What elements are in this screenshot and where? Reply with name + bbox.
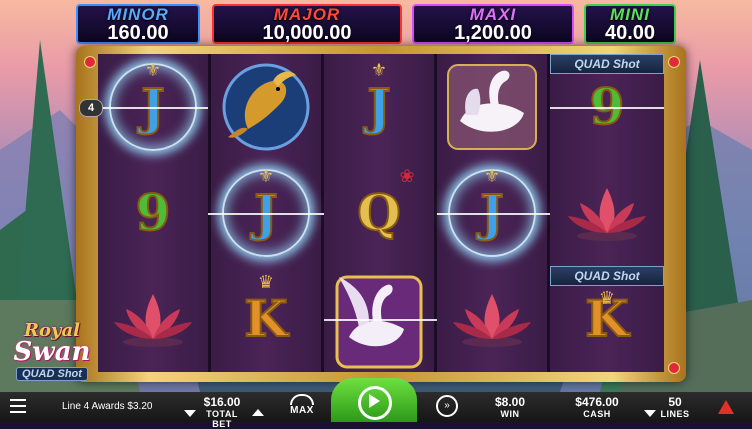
reel-5: QUAD Shot 9 QUAD Shot ♛ K bbox=[550, 54, 664, 372]
gem-ornament bbox=[84, 56, 96, 68]
logo-quad-shot: QUAD Shot bbox=[16, 367, 88, 381]
lotus-icon bbox=[550, 160, 664, 266]
jackpot-major: MAJOR 10,000.00 bbox=[212, 4, 402, 44]
jackpot-minor-value: 160.00 bbox=[107, 22, 169, 44]
menu-icon[interactable] bbox=[10, 399, 26, 413]
crown-icon: ♛ bbox=[598, 288, 616, 308]
symbol-k: QUAD Shot ♛ K bbox=[550, 266, 664, 372]
win-line bbox=[550, 107, 664, 109]
payline-number-badge: 4 bbox=[79, 99, 103, 117]
jackpot-mini-value: 40.00 bbox=[604, 22, 656, 44]
jackpot-maxi-label: MAXI bbox=[469, 5, 517, 24]
symbol-letter: J bbox=[366, 77, 392, 136]
lotus-icon bbox=[98, 266, 208, 372]
gem-ornament bbox=[668, 362, 680, 374]
symbol-nine: 9 bbox=[98, 160, 208, 266]
max-bet-button[interactable]: MAX bbox=[284, 394, 320, 416]
symbol-q: ❀ Q bbox=[324, 160, 434, 266]
lines-decrease-button[interactable] bbox=[644, 404, 656, 422]
jackpot-maxi: MAXI 1,200.00 bbox=[412, 4, 574, 44]
win-value: $8.00 bbox=[494, 395, 526, 409]
win-line bbox=[208, 213, 324, 215]
fleur-de-lis-icon: ⚜ bbox=[370, 60, 388, 80]
fleur-de-lis-icon: ⚜ bbox=[483, 166, 501, 186]
win-line bbox=[98, 107, 208, 109]
gauge-icon bbox=[290, 394, 314, 405]
logo-swan: Swan bbox=[13, 337, 91, 367]
reel-area: ⚜ J 9 ⚜ J ♛ K ⚜ J ❀ Q ⚜ J QUAD Shot 9 QU… bbox=[98, 54, 664, 372]
quad-shot-badge: QUAD Shot bbox=[550, 266, 664, 286]
symbol-letter: 9 bbox=[135, 183, 172, 242]
jackpot-major-value: 10,000.00 bbox=[262, 22, 352, 44]
bet-increase-button[interactable] bbox=[252, 403, 264, 421]
brand-logo-icon bbox=[718, 400, 734, 419]
max-label: MAX bbox=[290, 405, 314, 416]
jackpot-minor: MINOR 160.00 bbox=[76, 4, 200, 44]
jackpot-minor-label: MINOR bbox=[107, 5, 169, 24]
jackpot-maxi-value: 1,200.00 bbox=[454, 22, 532, 44]
lines-display: 50 LINES bbox=[660, 395, 690, 419]
total-bet: $16.00 TOTAL BET bbox=[196, 395, 248, 429]
cash-label: CASH bbox=[583, 409, 611, 419]
koi-fish-icon bbox=[211, 54, 321, 160]
jackpot-major-label: MAJOR bbox=[273, 5, 341, 24]
win-line bbox=[437, 213, 550, 215]
play-icon bbox=[369, 394, 380, 408]
total-bet-label: TOTAL BET bbox=[206, 409, 238, 429]
spin-button[interactable] bbox=[331, 378, 417, 422]
reel-1: ⚜ J 9 bbox=[98, 54, 211, 372]
jackpot-mini-label: MINI bbox=[610, 5, 650, 24]
gem-ornament bbox=[668, 56, 680, 68]
fleur-de-lis-icon: ⚜ bbox=[257, 166, 275, 186]
fleur-de-lis-icon: ⚜ bbox=[144, 60, 162, 80]
quad-shot-badge: QUAD Shot bbox=[550, 54, 664, 74]
win-line bbox=[324, 319, 437, 321]
bet-decrease-button[interactable] bbox=[184, 404, 196, 422]
symbol-k: ♛ K bbox=[211, 266, 321, 372]
total-bet-value: $16.00 bbox=[203, 395, 241, 409]
cash-display: $476.00 CASH bbox=[566, 395, 628, 419]
crown-icon: ♛ bbox=[257, 272, 275, 292]
symbol-j: ⚜ J bbox=[324, 54, 434, 160]
reel-3: ⚜ J ❀ Q bbox=[324, 54, 437, 372]
autoplay-button[interactable]: » bbox=[432, 395, 462, 417]
symbol-letter: K bbox=[243, 289, 288, 348]
lines-value: 50 bbox=[668, 395, 682, 409]
autoplay-icon: » bbox=[436, 395, 458, 417]
game-logo: Royal Swan QUAD Shot bbox=[4, 322, 100, 392]
status-message: Line 4 Awards $3.20 bbox=[62, 401, 153, 412]
swan-icon bbox=[437, 54, 547, 160]
win-label: WIN bbox=[500, 409, 520, 419]
symbol-letter: Q bbox=[356, 183, 402, 242]
jackpot-mini: MINI 40.00 bbox=[584, 4, 676, 44]
cash-value: $476.00 bbox=[575, 395, 619, 409]
lines-label: LINES bbox=[660, 409, 690, 419]
lotus-icon bbox=[437, 266, 547, 372]
win-display: $8.00 WIN bbox=[482, 395, 538, 419]
